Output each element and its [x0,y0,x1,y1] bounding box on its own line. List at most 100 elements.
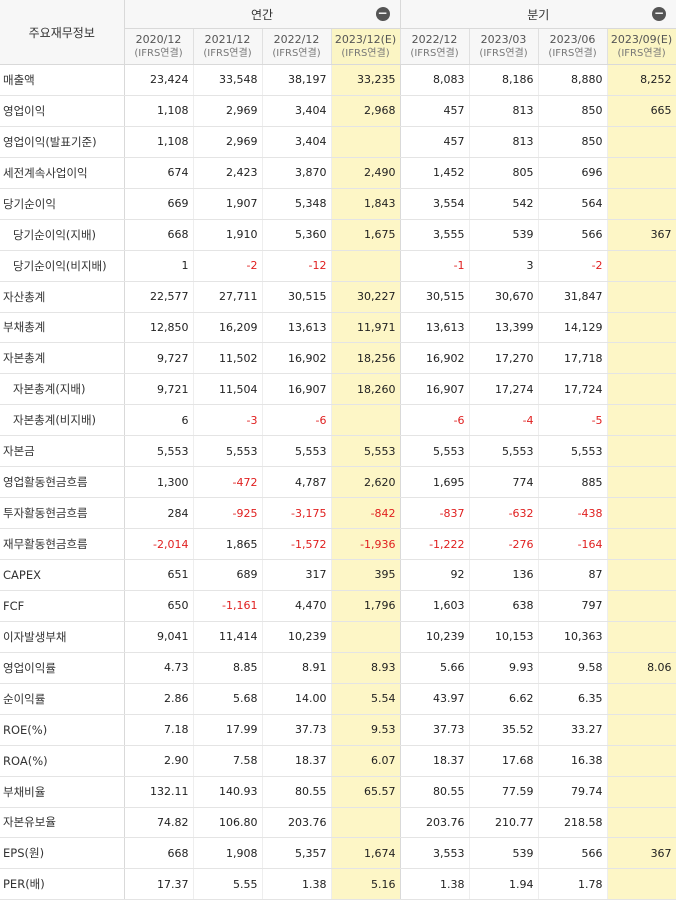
column-header: 2023/06 (IFRS연결) [538,28,608,65]
table-cell: 539 [469,837,539,870]
table-cell: -925 [193,497,263,530]
table-cell: 2,490 [331,157,401,189]
table-cell: 5,553 [331,435,401,468]
collapse-quarter-icon[interactable]: − [652,7,667,21]
table-cell: 10,239 [262,621,332,653]
table-cell: 87 [538,559,608,591]
row-label: EPS(원) [0,837,125,870]
row-label: 자산총계 [0,281,125,313]
table-cell: 797 [538,590,608,622]
column-period: 2021/12 [204,32,251,46]
table-row: 당기순이익 669 1,907 5,348 1,843 3,554 542 564 [0,188,676,220]
table-cell: 885 [538,466,608,499]
table-cell: 6.07 [331,745,401,777]
row-label: 당기순이익(비지배) [0,250,125,282]
table-cell: -438 [538,497,608,530]
table-cell: 9,041 [124,621,194,653]
table-cell: 3,870 [262,157,332,189]
table-cell: 33,235 [331,64,401,96]
table-cell: 18.37 [400,745,470,777]
table-cell: 9.58 [538,652,608,684]
table-cell: 5,553 [469,435,539,468]
table-row: 부채비율 132.11 140.93 80.55 65.57 80.55 77.59 79.7… [0,776,676,808]
table-cell: 10,239 [400,621,470,653]
table-row: PER(배) 17.37 5.55 1.38 5.16 1.38 1.94 1.78 [0,868,676,901]
table-cell: -5 [538,404,608,437]
table-cell: 395 [331,559,401,591]
table-cell: 1,843 [331,188,401,220]
table-cell: -837 [400,497,470,530]
quarter-group-header: 분기 − [400,0,676,29]
table-cell [607,683,676,715]
table-cell: 317 [262,559,332,591]
table-cell: 8,083 [400,64,470,96]
table-row: 자본유보율 74.82 106.80 203.76 203.76 210.77 218.58 [0,807,676,839]
table-cell: 3,553 [400,837,470,870]
table-row: ROE(%) 7.18 17.99 37.73 9.53 37.73 35.52 33.27 [0,714,676,746]
row-label: 영업이익률 [0,652,125,684]
table-cell: 2,968 [331,95,401,127]
column-period: 2022/12 [411,32,458,46]
row-label: 부채총계 [0,312,125,344]
table-cell: 17.37 [124,868,194,901]
table-row: 영업이익 1,108 2,969 3,404 2,968 457 813 850 665 [0,95,676,127]
table-cell: 16.38 [538,745,608,777]
row-label: 자본유보율 [0,807,125,839]
table-cell: 1,796 [331,590,401,622]
column-basis: (IFRS연결) [341,47,390,59]
column-basis: (IFRS연결) [479,47,528,59]
table-cell: 3,554 [400,188,470,220]
column-basis: (IFRS연결) [548,47,597,59]
row-label: FCF [0,590,125,622]
table-row: EPS(원) 668 1,908 5,357 1,674 3,553 539 566 367 [0,837,676,870]
table-cell: 13,399 [469,312,539,344]
table-cell: 16,907 [262,373,332,406]
table-cell: 4,470 [262,590,332,622]
table-row: 자본금 5,553 5,553 5,553 5,553 5,553 5,553 5,553 [0,435,676,468]
table-cell [607,342,676,375]
table-row: 세전계속사업이익 674 2,423 3,870 2,490 1,452 805 696 [0,157,676,189]
table-row: 영업활동현금흐름 1,300 -472 4,787 2,620 1,695 774 885 [0,466,676,499]
table-cell: 1,865 [193,528,263,560]
table-cell: 14.00 [262,683,332,715]
table-cell [607,776,676,808]
table-cell: 6 [124,404,194,437]
table-cell: 1,695 [400,466,470,499]
table-cell [607,559,676,591]
table-cell: 27,711 [193,281,263,313]
table-row: ROA(%) 2.90 7.58 18.37 6.07 18.37 17.68 16.38 [0,745,676,777]
table-cell [607,590,676,622]
table-row: 이자발생부채 9,041 11,414 10,239 10,239 10,153 10,36… [0,621,676,653]
table-cell: -2 [538,250,608,282]
table-cell: 203.76 [400,807,470,839]
table-cell: 1.38 [400,868,470,901]
table-cell: 17,724 [538,373,608,406]
table-cell [331,404,401,437]
table-cell: 9.93 [469,652,539,684]
table-cell: 7.58 [193,745,263,777]
table-cell: -842 [331,497,401,530]
table-cell: 136 [469,559,539,591]
table-cell [607,868,676,901]
table-cell: 566 [538,219,608,251]
column-header: 2022/12 (IFRS연결) [400,28,470,65]
column-period: 2020/12 [135,32,182,46]
column-header: 2023/09(E) (IFRS연결) [607,28,676,65]
table-cell: -3,175 [262,497,332,530]
table-cell [607,250,676,282]
table-cell: 2,620 [331,466,401,499]
table-cell: 668 [124,219,194,251]
table-cell [607,466,676,499]
table-cell [607,714,676,746]
collapse-annual-icon[interactable]: − [375,7,390,21]
table-title: 주요재무정보 [0,0,125,65]
table-cell: 1,108 [124,126,194,158]
table-row: 투자활동현금흐름 284 -925 -3,175 -842 -837 -632 -438 [0,497,676,530]
table-cell: 38,197 [262,64,332,96]
table-cell: 203.76 [262,807,332,839]
table-cell: 9.53 [331,714,401,746]
row-label: 순이익률 [0,683,125,715]
table-cell [607,312,676,344]
table-cell: 689 [193,559,263,591]
table-cell: 1,908 [193,837,263,870]
